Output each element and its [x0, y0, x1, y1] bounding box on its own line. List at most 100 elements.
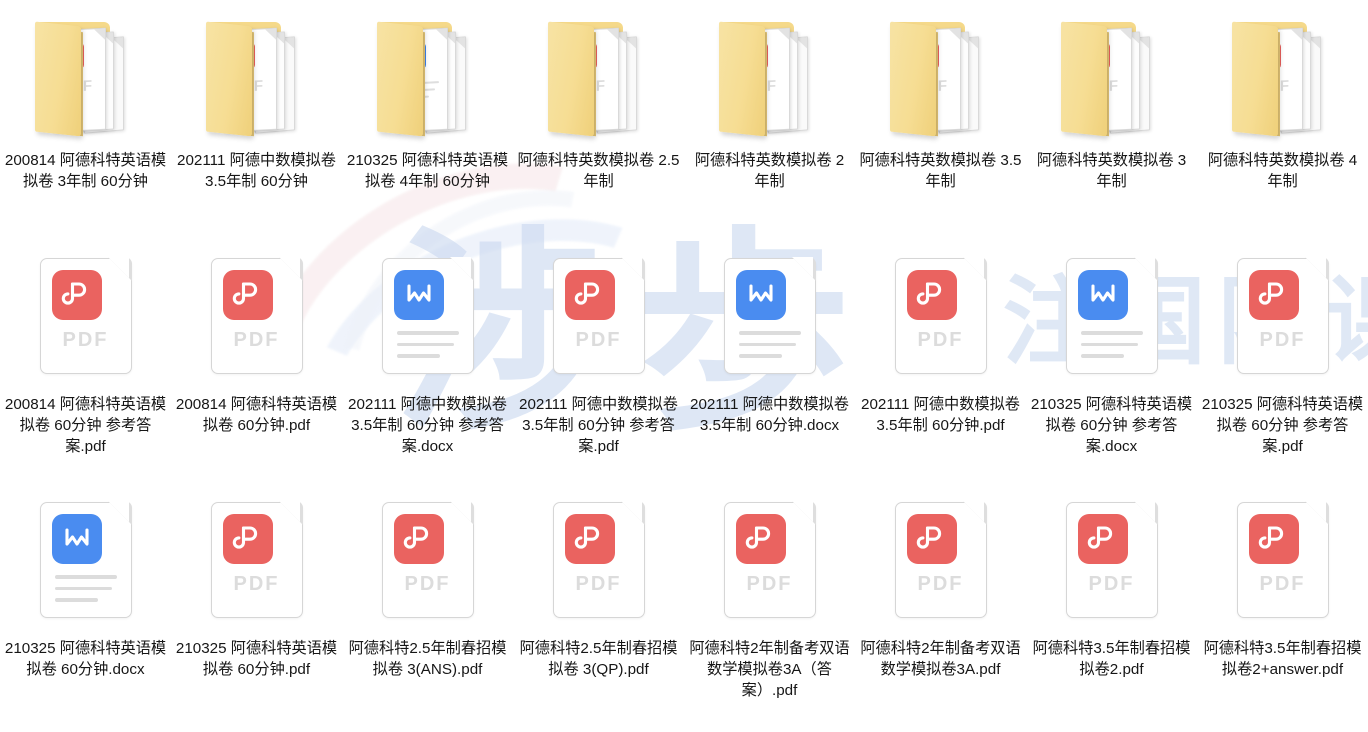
word-file-icon[interactable] [39, 501, 133, 618]
page-fold-corner [621, 257, 646, 282]
folder-item[interactable]: PDF 阿德科特英数模拟卷 2.5年制 [513, 0, 684, 244]
icon-container[interactable]: PDF [31, 257, 141, 390]
folder-icon[interactable] [374, 14, 482, 138]
folder-item[interactable]: PDF 阿德科特英数模拟卷 3.5年制 [855, 0, 1026, 244]
item-label: 210325 阿德科特英语模拟卷 4年制 60分钟 [346, 152, 509, 190]
file-item[interactable]: 210325 阿德科特英语模拟卷 60分钟.docx [0, 488, 171, 732]
pdf-file-icon[interactable]: PDF [1065, 501, 1159, 618]
folder-item[interactable]: PDF 200814 阿德科特英语模拟卷 3年制 60分钟 [0, 0, 171, 244]
word-file-icon[interactable] [381, 257, 475, 374]
item-label: 阿德科特3.5年制春招模拟卷2+answer.pdf [1203, 640, 1362, 678]
file-item[interactable]: PDF 200814 阿德科特英语模拟卷 60分钟 参考答案.pdf [0, 244, 171, 488]
item-label: 阿德科特英数模拟卷 2.5年制 [517, 152, 680, 190]
pdf-file-icon[interactable]: PDF [210, 501, 304, 618]
pdf-file-icon[interactable]: PDF [723, 501, 817, 618]
page-fold-corner [108, 501, 133, 526]
icon-container[interactable]: PDF [1228, 501, 1338, 634]
folder-icon[interactable]: PDF [545, 14, 653, 138]
pdf-file-icon[interactable]: PDF [39, 257, 133, 374]
page-fold-corner [1134, 257, 1159, 282]
folder-icon[interactable]: PDF [203, 14, 311, 138]
file-item[interactable]: 210325 阿德科特英语模拟卷 60分钟 参考答案.docx [1026, 244, 1197, 488]
item-label: 阿德科特2.5年制春招模拟卷 3(ANS).pdf [348, 640, 507, 678]
folder-item[interactable]: PDF 阿德科特英数模拟卷 4年制 [1197, 0, 1368, 244]
pdf-file-icon[interactable]: PDF [552, 257, 646, 374]
pdf-file-icon[interactable]: PDF [894, 501, 988, 618]
pdf-file-icon[interactable]: PDF [1236, 257, 1330, 374]
icon-container[interactable] [715, 257, 825, 390]
folder-item[interactable]: PDF 202111 阿德中数模拟卷 3.5年制 60分钟 [171, 0, 342, 244]
item-label: 202111 阿德中数模拟卷 3.5年制 60分钟.docx [690, 396, 849, 434]
page-fold-corner [279, 501, 304, 526]
folder-icon[interactable]: PDF [1229, 14, 1337, 138]
pdf-file-icon[interactable]: PDF [552, 501, 646, 618]
file-item[interactable]: 202111 阿德中数模拟卷 3.5年制 60分钟 参考答案.docx [342, 244, 513, 488]
icon-container[interactable]: PDF [1057, 14, 1167, 146]
file-item[interactable]: PDF 200814 阿德科特英语模拟卷 60分钟.pdf [171, 244, 342, 488]
pdf-file-icon[interactable]: PDF [894, 257, 988, 374]
folder-front-flap [1231, 21, 1278, 137]
pdf-file-icon[interactable]: PDF [381, 501, 475, 618]
file-item[interactable]: PDF 阿德科特2.5年制春招模拟卷 3(QP).pdf [513, 488, 684, 732]
file-item[interactable]: PDF 202111 阿德中数模拟卷 3.5年制 60分钟 参考答案.pdf [513, 244, 684, 488]
word-file-icon[interactable] [723, 257, 817, 374]
file-item[interactable]: PDF 210325 阿德科特英语模拟卷 60分钟.pdf [171, 488, 342, 732]
icon-container[interactable]: PDF [544, 501, 654, 634]
icon-container[interactable]: PDF [202, 14, 312, 146]
file-item[interactable]: PDF 210325 阿德科特英语模拟卷 60分钟 参考答案.pdf [1197, 244, 1368, 488]
page-fold-corner [1305, 501, 1330, 526]
icon-container[interactable] [31, 501, 141, 634]
icon-container[interactable]: PDF [886, 501, 996, 634]
file-type-text: PDF [1088, 573, 1135, 595]
word-badge-icon [393, 270, 444, 320]
page-fold-corner [621, 501, 646, 526]
page-fold-corner [450, 257, 475, 282]
file-item[interactable]: PDF 阿德科特3.5年制春招模拟卷2.pdf [1026, 488, 1197, 732]
file-item[interactable]: PDF 阿德科特3.5年制春招模拟卷2+answer.pdf [1197, 488, 1368, 732]
folder-item[interactable]: PDF 阿德科特英数模拟卷 2年制 [684, 0, 855, 244]
item-label: 阿德科特3.5年制春招模拟卷2.pdf [1032, 640, 1191, 678]
icon-container[interactable]: PDF [715, 501, 825, 634]
icon-container[interactable]: PDF [31, 14, 141, 146]
icon-container[interactable]: PDF [1057, 501, 1167, 634]
file-item[interactable]: 202111 阿德中数模拟卷 3.5年制 60分钟.docx [684, 244, 855, 488]
folder-item[interactable]: PDF 阿德科特英数模拟卷 3年制 [1026, 0, 1197, 244]
file-item[interactable]: PDF 阿德科特2年制备考双语数学模拟卷3A.pdf [855, 488, 1026, 732]
folder-item[interactable]: 210325 阿德科特英语模拟卷 4年制 60分钟 [342, 0, 513, 244]
icon-container[interactable]: PDF [373, 501, 483, 634]
pdf-file-icon[interactable]: PDF [1236, 501, 1330, 618]
page-fold-corner [108, 257, 133, 282]
icon-container[interactable]: PDF [886, 257, 996, 390]
folder-icon[interactable]: PDF [1058, 14, 1166, 138]
folder-icon[interactable]: PDF [887, 14, 995, 138]
item-label: 阿德科特2年制备考双语数学模拟卷3A.pdf [860, 640, 1021, 678]
file-item[interactable]: PDF 202111 阿德中数模拟卷 3.5年制 60分钟.pdf [855, 244, 1026, 488]
icon-container[interactable]: PDF [202, 257, 312, 390]
pdf-badge-icon [51, 270, 102, 320]
pdf-badge-icon [222, 514, 273, 564]
icon-container[interactable]: PDF [544, 257, 654, 390]
file-type-text: PDF [575, 329, 622, 351]
file-type-text: PDF [233, 329, 280, 351]
item-label: 阿德科特英数模拟卷 2年制 [694, 152, 845, 190]
pdf-badge-icon [564, 270, 615, 320]
file-item[interactable]: PDF 阿德科特2年制备考双语数学模拟卷3A（答案）.pdf [684, 488, 855, 732]
icon-container[interactable]: PDF [544, 14, 654, 146]
item-label: 210325 阿德科特英语模拟卷 60分钟 参考答案.pdf [1201, 396, 1364, 455]
icon-container[interactable]: PDF [1228, 257, 1338, 390]
icon-container[interactable] [373, 257, 483, 390]
file-item[interactable]: PDF 阿德科特2.5年制春招模拟卷 3(ANS).pdf [342, 488, 513, 732]
word-file-icon[interactable] [1065, 257, 1159, 374]
folder-icon[interactable]: PDF [716, 14, 824, 138]
page-fold-corner [450, 501, 475, 526]
pdf-badge-icon [735, 514, 786, 564]
file-type-text: PDF [62, 329, 109, 351]
icon-container[interactable]: PDF [715, 14, 825, 146]
icon-container[interactable]: PDF [202, 501, 312, 634]
icon-container[interactable] [1057, 257, 1167, 390]
folder-icon[interactable]: PDF [32, 14, 140, 138]
icon-container[interactable]: PDF [1228, 14, 1338, 146]
icon-container[interactable]: PDF [886, 14, 996, 146]
pdf-file-icon[interactable]: PDF [210, 257, 304, 374]
icon-container[interactable] [373, 14, 483, 146]
